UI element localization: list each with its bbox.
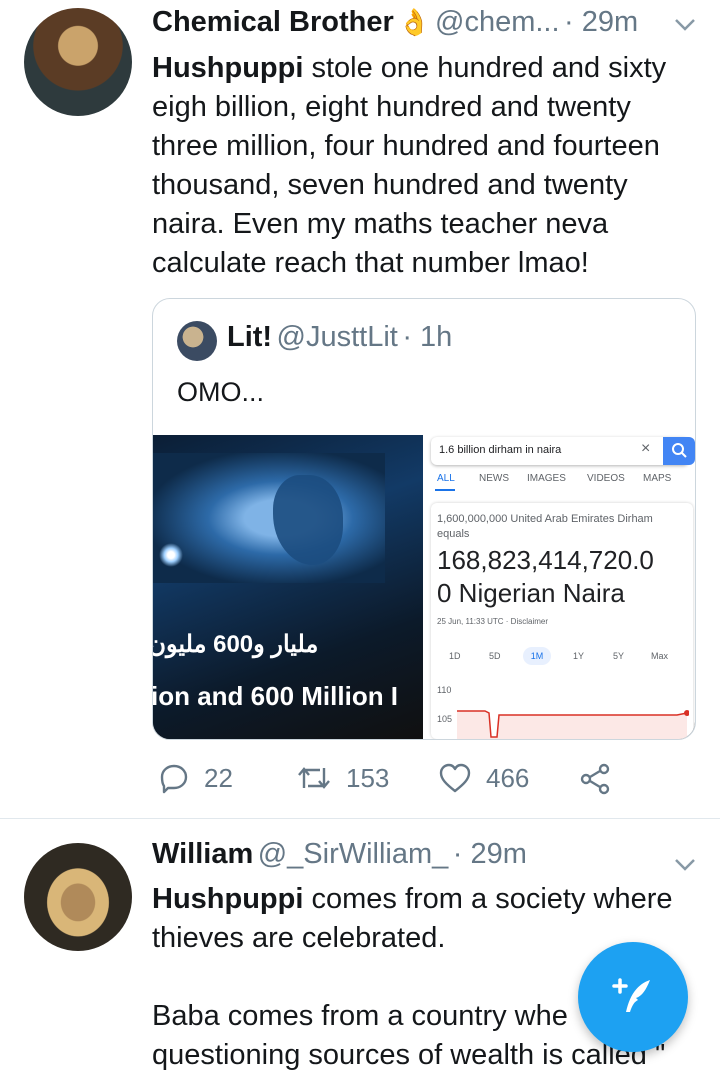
feather-plus-icon [612, 978, 650, 1012]
like-count: 466 [486, 762, 530, 793]
range-selector: 1D 5D 1M 1Y 5Y Max [431, 647, 693, 667]
tweet-header: Chemical Brother 👌 @chem... · 29m [152, 6, 692, 46]
range-5y: 5Y [613, 651, 625, 661]
avatar[interactable] [24, 8, 132, 116]
tweet-header: William @_SirWilliam_ · 29m [152, 838, 672, 878]
mention-hushpuppi: Hushpuppi [152, 883, 304, 915]
like-button[interactable]: 466 [438, 762, 529, 794]
search-box: 1.6 billion dirham in naira × [431, 437, 695, 465]
range-5d: 5D [489, 651, 501, 661]
timestamp[interactable]: · 29m [564, 6, 638, 38]
arabic-caption: مليار و600 مليون د [152, 631, 319, 658]
quoted-timestamp: · 1h [402, 321, 453, 353]
compose-tweet-button[interactable] [578, 942, 688, 1052]
range-1m: 1M [523, 647, 551, 665]
range-1y: 1Y [573, 651, 585, 661]
share-button[interactable] [578, 762, 612, 801]
author-name[interactable]: William [152, 838, 253, 870]
share-icon [580, 763, 610, 795]
search-icon [663, 437, 695, 465]
quoted-avatar [177, 321, 217, 361]
tweet-text: Hushpuppi stole one hundred and sixty ei… [152, 52, 667, 279]
clear-icon: × [641, 440, 651, 457]
mention-hushpuppi: Hushpuppi [152, 52, 304, 84]
search-tabs: ALL NEWS IMAGES VIDEOS MAPS [423, 473, 695, 493]
tab-all-underline [435, 489, 455, 491]
heart-icon [439, 763, 471, 793]
price-sparkline [457, 710, 689, 739]
retweet-count: 153 [346, 762, 390, 793]
timestamp[interactable]: · 29m [453, 838, 527, 870]
retweet-icon [298, 767, 330, 789]
axis-label-110: 110 [437, 685, 452, 695]
tab-videos: VIDEOS [587, 473, 625, 484]
tab-maps: MAPS [643, 473, 672, 484]
author-handle[interactable]: @chem... [435, 6, 560, 38]
author-handle[interactable]: @_SirWilliam_ [258, 838, 449, 870]
avatar[interactable] [24, 843, 132, 951]
reply-count: 22 [204, 762, 233, 793]
search-query: 1.6 billion dirham in naira [439, 444, 562, 456]
result-value-2: 0 Nigerian Naira [437, 578, 625, 608]
globe-image [153, 453, 385, 583]
range-1d: 1D [449, 651, 461, 661]
result-meta: 25 Jun, 11:33 UTC · Disclaimer [437, 617, 548, 626]
quoted-author-name: Lit! [227, 321, 273, 353]
result-value-1: 168,823,414,720.0 [437, 545, 654, 575]
conversion-card: 1,600,000,000 United Arab Emirates Dirha… [431, 503, 693, 739]
glow-dot [159, 543, 183, 567]
tab-images: IMAGES [527, 473, 566, 484]
quoted-media[interactable]: مليار و600 مليون د ion and 600 Million I… [153, 435, 695, 739]
axis-label-105: 105 [437, 714, 453, 724]
from-amount: 1,600,000,000 United Arab Emirates Dirha… [437, 513, 653, 525]
quoted-tweet-card[interactable]: Lit! @JusttLit · 1h OMO... مليار و600 مل… [152, 298, 696, 740]
author-name[interactable]: Chemical Brother [152, 6, 394, 38]
english-caption: ion and 600 Million I [152, 681, 399, 711]
quoted-handle: @JusttLit [276, 321, 398, 353]
retweet-button[interactable]: 153 [296, 762, 389, 794]
tweet-divider [0, 818, 720, 819]
range-max: Max [651, 651, 669, 661]
video-still: مليار و600 مليون د ion and 600 Million I [153, 435, 423, 739]
chevron-down-icon[interactable] [674, 12, 696, 38]
equals-label: equals [437, 528, 470, 540]
ok-hand-emoji: 👌 [398, 7, 431, 37]
tab-all: ALL [437, 473, 455, 484]
reply-icon [160, 764, 188, 794]
tab-news: NEWS [479, 473, 509, 484]
chevron-down-icon[interactable] [674, 852, 696, 878]
quoted-header: Lit! @JusttLit · 1h [227, 321, 452, 354]
search-screenshot: 1.6 billion dirham in naira × ALL NEWS I… [423, 435, 695, 739]
quoted-text: OMO... [177, 377, 264, 407]
reply-button[interactable]: 22 [158, 762, 233, 794]
